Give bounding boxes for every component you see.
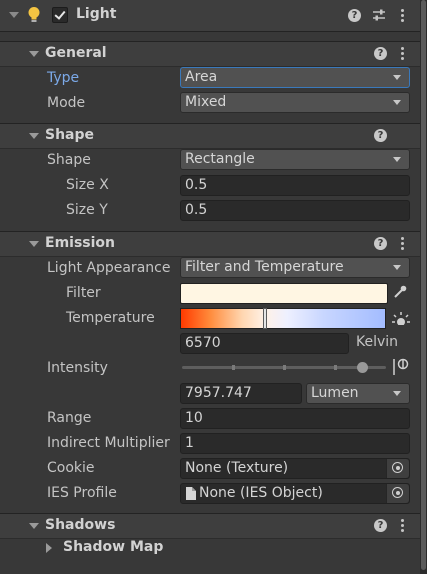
- indirect-multiplier-input[interactable]: 1: [180, 433, 410, 454]
- kebab-menu-icon[interactable]: [401, 519, 405, 533]
- ies-profile-value: None (IES Object): [199, 485, 323, 501]
- help-icon[interactable]: ?: [374, 129, 387, 142]
- indirect-multiplier-label: Indirect Multiplier: [47, 435, 170, 451]
- temperature-input[interactable]: 6570: [180, 333, 349, 354]
- shape-label: Shape: [47, 152, 91, 168]
- type-label: Type: [47, 70, 80, 86]
- intensity-tick: [334, 365, 337, 370]
- temperature-slider-handle[interactable]: [263, 308, 267, 329]
- cookie-label: Cookie: [47, 460, 95, 476]
- foldout-arrow-icon: [29, 51, 39, 57]
- shadow-map-label[interactable]: Shadow Map: [63, 539, 163, 555]
- intensity-input[interactable]: 7957.747: [180, 383, 302, 404]
- component-enabled-checkbox[interactable]: [52, 7, 68, 23]
- type-value: Area: [185, 69, 218, 85]
- shape-dropdown[interactable]: Rectangle: [180, 149, 410, 170]
- light-appearance-dropdown[interactable]: Filter and Temperature: [180, 257, 410, 278]
- section-title: Shadows: [45, 517, 116, 533]
- temperature-label: Temperature: [66, 310, 155, 326]
- intensity-tick: [232, 365, 235, 370]
- section-title: Emission: [45, 235, 115, 251]
- chevron-down-icon: [393, 265, 401, 270]
- lightbulb-icon: [28, 7, 40, 22]
- chevron-down-icon: [393, 391, 401, 396]
- light-unit-icon: [393, 358, 409, 375]
- intensity-slider-track[interactable]: [182, 362, 386, 373]
- kebab-menu-icon[interactable]: [401, 237, 405, 251]
- intensity-tick: [283, 365, 286, 370]
- filter-label: Filter: [66, 285, 101, 301]
- kebab-menu-icon[interactable]: [401, 47, 405, 61]
- section-title: General: [45, 45, 107, 61]
- size-y-label: Size Y: [66, 202, 108, 218]
- help-icon[interactable]: ?: [374, 237, 387, 250]
- chevron-down-icon: [393, 75, 401, 80]
- scrollbar-thumb[interactable]: [421, 0, 426, 570]
- foldout-arrow-icon: [29, 133, 39, 139]
- size-x-input[interactable]: 0.5: [180, 175, 410, 196]
- intensity-slider-handle[interactable]: [357, 362, 368, 373]
- light-appearance-label: Light Appearance: [47, 260, 171, 276]
- range-label: Range: [47, 410, 92, 426]
- component-fold-icon[interactable]: [9, 12, 19, 18]
- sun-icon: [391, 312, 411, 328]
- filter-color-swatch[interactable]: [180, 283, 388, 304]
- intensity-unit-dropdown[interactable]: Lumen: [306, 383, 410, 404]
- cookie-object-field[interactable]: None (Texture): [180, 458, 410, 479]
- mode-value: Mixed: [185, 94, 227, 110]
- help-icon[interactable]: ?: [348, 9, 361, 22]
- shape-value: Rectangle: [185, 151, 255, 167]
- light-appearance-value: Filter and Temperature: [185, 259, 344, 275]
- size-y-input[interactable]: 0.5: [180, 200, 410, 221]
- foldout-arrow-icon: [29, 523, 39, 529]
- chevron-down-icon: [393, 100, 401, 105]
- intensity-unit-value: Lumen: [311, 385, 359, 401]
- ies-profile-object-field[interactable]: None (IES Object): [180, 483, 410, 504]
- section-general-header[interactable]: General ?: [0, 41, 420, 67]
- preset-icon[interactable]: [372, 8, 386, 22]
- ies-profile-label: IES Profile: [47, 485, 117, 501]
- section-shape-header[interactable]: Shape ?: [0, 123, 420, 149]
- range-input[interactable]: 10: [180, 408, 410, 429]
- chevron-down-icon: [393, 157, 401, 162]
- kebab-menu-icon[interactable]: [401, 9, 405, 23]
- section-title: Shape: [45, 127, 95, 143]
- component-title: Light: [76, 6, 117, 22]
- help-icon[interactable]: ?: [374, 47, 387, 60]
- temperature-slider[interactable]: [180, 308, 386, 329]
- component-header: Light ?: [0, 0, 420, 32]
- intensity-label: Intensity: [47, 360, 108, 376]
- shadow-map-foldout-icon[interactable]: [46, 543, 52, 553]
- eyedropper-icon[interactable]: [392, 284, 408, 300]
- section-emission-header[interactable]: Emission ?: [0, 231, 420, 257]
- help-icon[interactable]: ?: [374, 519, 387, 532]
- object-picker-icon[interactable]: [386, 484, 409, 503]
- mode-label: Mode: [47, 95, 86, 111]
- file-icon: [186, 487, 196, 500]
- foldout-arrow-icon: [29, 241, 39, 247]
- type-dropdown[interactable]: Area: [180, 67, 410, 88]
- cookie-value: None (Texture): [185, 460, 289, 476]
- temperature-unit: Kelvin: [356, 334, 399, 350]
- size-x-label: Size X: [66, 177, 109, 193]
- mode-dropdown[interactable]: Mixed: [180, 92, 410, 113]
- section-shadows-header[interactable]: Shadows ?: [0, 513, 420, 539]
- object-picker-icon[interactable]: [386, 459, 409, 478]
- checkmark-icon: [54, 8, 66, 20]
